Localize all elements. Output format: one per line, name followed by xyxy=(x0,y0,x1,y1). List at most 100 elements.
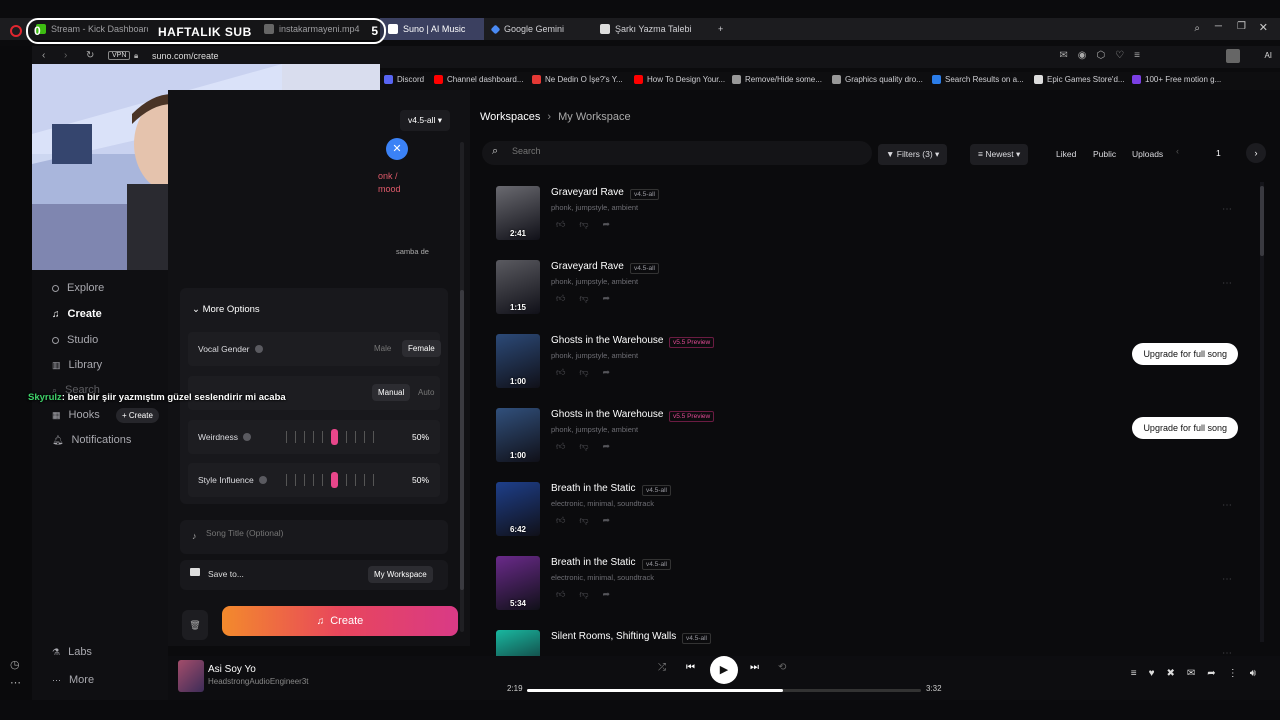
song-title[interactable]: Graveyard Rave xyxy=(551,187,624,198)
share-icon[interactable]: ➦ xyxy=(603,515,611,526)
more-options-icon[interactable]: ⋯ xyxy=(1222,278,1232,289)
tab-gemini[interactable]: Google Gemini xyxy=(484,18,592,40)
vocal-gender-female[interactable]: Female xyxy=(402,340,441,357)
avatar[interactable] xyxy=(1226,49,1240,63)
panel-scrollbar-thumb[interactable] xyxy=(460,290,464,590)
reload-icon[interactable]: ↻ xyxy=(86,50,94,61)
ai-extension-label[interactable]: AI xyxy=(1264,51,1272,60)
url-text[interactable]: suno.com/create xyxy=(152,51,219,61)
song-title-input[interactable] xyxy=(206,528,426,538)
more-options-icon[interactable]: ⋯ xyxy=(1222,574,1232,585)
play-button[interactable]: ▶ xyxy=(710,656,738,684)
thumbs-up-icon[interactable]: 👍︎ xyxy=(556,589,565,600)
tab-suno[interactable]: Suno | AI Music xyxy=(380,18,484,40)
sidebar-item-studio[interactable]: Studio xyxy=(52,334,98,346)
forward-icon[interactable]: › xyxy=(64,50,67,61)
song-cover-art[interactable]: 5:34 xyxy=(496,556,540,610)
song-title[interactable]: Graveyard Rave xyxy=(551,261,624,272)
thumbs-down-icon[interactable]: 👎︎ xyxy=(579,441,588,452)
search-input[interactable] xyxy=(512,146,852,156)
sidebar-item-more[interactable]: ⋯ More xyxy=(52,674,94,686)
shuffle-icon[interactable]: ⤮ xyxy=(658,662,666,673)
thumbs-down-icon[interactable]: 👎︎ xyxy=(579,293,588,304)
song-row[interactable]: 1:15 Graveyard Rave v4.5-all phonk, jumpsty… xyxy=(496,260,1246,334)
thumbs-down-icon[interactable]: 👎︎ xyxy=(579,515,588,526)
bookmark-motion-graphics[interactable]: 100+ Free motion g... xyxy=(1132,75,1221,84)
bookmark-channel-dashboard[interactable]: Channel dashboard... xyxy=(434,75,524,84)
weirdness-slider-thumb[interactable] xyxy=(331,429,338,445)
sidebar-item-labs[interactable]: ⚗ Labs xyxy=(52,646,92,658)
song-cover-art[interactable]: 1:15 xyxy=(496,260,540,314)
repeat-icon[interactable]: ⟲ xyxy=(778,662,786,673)
breadcrumb-workspaces[interactable]: Workspaces xyxy=(480,111,540,123)
song-title[interactable]: Breath in the Static xyxy=(551,483,636,494)
bookmark-epic-games[interactable]: Epic Games Store'd... xyxy=(1034,75,1125,84)
share-icon[interactable]: ➦ xyxy=(603,589,611,600)
style-influence-slider-thumb[interactable] xyxy=(331,472,338,488)
song-title-field[interactable]: ♪ xyxy=(180,520,448,554)
song-row[interactable]: 1:00 Ghosts in the Warehouse v5.5 Preview p… xyxy=(496,334,1246,408)
bookmark-graphics-quality[interactable]: Graphics quality dro... xyxy=(832,75,923,84)
sidebar-item-hooks[interactable]: ▦ Hooks xyxy=(52,409,100,421)
previous-icon[interactable]: ⏮︎ xyxy=(686,662,695,673)
back-icon[interactable]: ‹ xyxy=(42,50,45,61)
song-tags[interactable]: electronic, minimal, soundtrack xyxy=(551,573,654,582)
song-row[interactable]: 2:41 Graveyard Rave v4.5-all phonk, jumpsty… xyxy=(496,186,1246,260)
minimize-icon[interactable]: ─ xyxy=(1215,21,1222,32)
thumbs-up-icon[interactable]: 👍︎ xyxy=(556,515,565,526)
toolbar-extension-icons[interactable]: ✉◉⬡♡≡ xyxy=(1059,50,1150,61)
public-filter[interactable]: Public xyxy=(1085,144,1124,164)
now-playing-artist[interactable]: HeadstrongAudioEngineer3t xyxy=(208,677,309,686)
now-playing-art[interactable] xyxy=(178,660,204,692)
liked-filter[interactable]: Liked xyxy=(1048,144,1084,164)
share-icon[interactable]: ➦ xyxy=(603,219,611,230)
lyrics-mode-auto[interactable]: Auto xyxy=(412,384,440,401)
more-options-icon[interactable]: ⋯ xyxy=(1222,204,1232,215)
tab-sarki[interactable]: Şarkı Yazma Talebi xyxy=(592,18,704,40)
close-icon[interactable]: ✕ xyxy=(386,138,408,160)
more-options-toggle[interactable]: ⌄ More Options xyxy=(192,304,260,315)
tab-search-icon[interactable]: ⌕ xyxy=(1194,23,1200,34)
now-playing-title[interactable]: Asi Soy Yo xyxy=(208,664,256,675)
next-icon[interactable]: ⏭︎ xyxy=(750,662,759,673)
song-tags[interactable]: phonk, jumpstyle, ambient xyxy=(551,351,638,360)
song-tags[interactable]: electronic, minimal, soundtrack xyxy=(551,499,654,508)
song-list-scrollbar-thumb[interactable] xyxy=(1260,186,1264,256)
song-row[interactable]: 6:42 Breath in the Static v4.5-all electron… xyxy=(496,482,1246,556)
sort-button[interactable]: ≡ Newest ▾ xyxy=(970,144,1029,165)
share-icon[interactable]: ➦ xyxy=(603,441,611,452)
bookmark-remove-hide[interactable]: Remove/Hide some... xyxy=(732,75,822,84)
save-to-row[interactable]: Save to... My Workspace xyxy=(180,560,448,590)
song-tags[interactable]: phonk, jumpstyle, ambient xyxy=(551,277,638,286)
hooks-create-button[interactable]: + Create xyxy=(116,408,159,423)
thumbs-up-icon[interactable]: 👍︎ xyxy=(556,441,565,452)
bookmark-how-to-design[interactable]: How To Design Your... xyxy=(634,75,725,84)
song-row[interactable]: 5:34 Breath in the Static v4.5-all electron… xyxy=(496,556,1246,630)
maximize-icon[interactable]: ❐ xyxy=(1237,21,1246,32)
prev-page-icon[interactable]: ‹ xyxy=(1176,146,1179,156)
thumbs-up-icon[interactable]: 👍︎ xyxy=(556,367,565,378)
bookmark-discord[interactable]: Discord xyxy=(384,75,424,84)
thumbs-down-icon[interactable]: 👎︎ xyxy=(579,219,588,230)
thumbs-up-icon[interactable]: 👍︎ xyxy=(556,293,565,304)
song-cover-art[interactable]: 2:41 xyxy=(496,186,540,240)
search-field[interactable]: ⌕ xyxy=(482,141,872,165)
weirdness-slider[interactable] xyxy=(286,429,374,445)
sidebar-item-library[interactable]: ▥ Library xyxy=(52,359,102,371)
thumbs-down-icon[interactable]: 👎︎ xyxy=(579,367,588,378)
create-button[interactable]: ♫ Create xyxy=(222,606,458,636)
page-number[interactable]: 1 xyxy=(1216,148,1221,158)
close-icon[interactable]: ✕ xyxy=(1259,21,1268,34)
lyrics-mode-manual[interactable]: Manual xyxy=(372,384,411,401)
thumbs-up-icon[interactable]: 👍︎ xyxy=(556,219,565,230)
style-chip[interactable]: samba de xyxy=(396,247,429,256)
song-cover-art[interactable]: 6:42 xyxy=(496,482,540,536)
song-title[interactable]: Breath in the Static xyxy=(551,557,636,568)
vpn-badge[interactable]: VPN xyxy=(108,51,131,60)
song-title[interactable]: Ghosts in the Warehouse xyxy=(551,335,663,346)
share-icon[interactable]: ➦ xyxy=(603,367,611,378)
upgrade-button[interactable]: Upgrade for full song xyxy=(1132,343,1238,365)
player-actions[interactable]: ≡♥✖✉➦⋮🔊︎ xyxy=(1131,668,1268,679)
sidebar-item-explore[interactable]: Explore xyxy=(52,282,104,294)
trash-icon[interactable]: 🗑︎ xyxy=(182,610,208,640)
